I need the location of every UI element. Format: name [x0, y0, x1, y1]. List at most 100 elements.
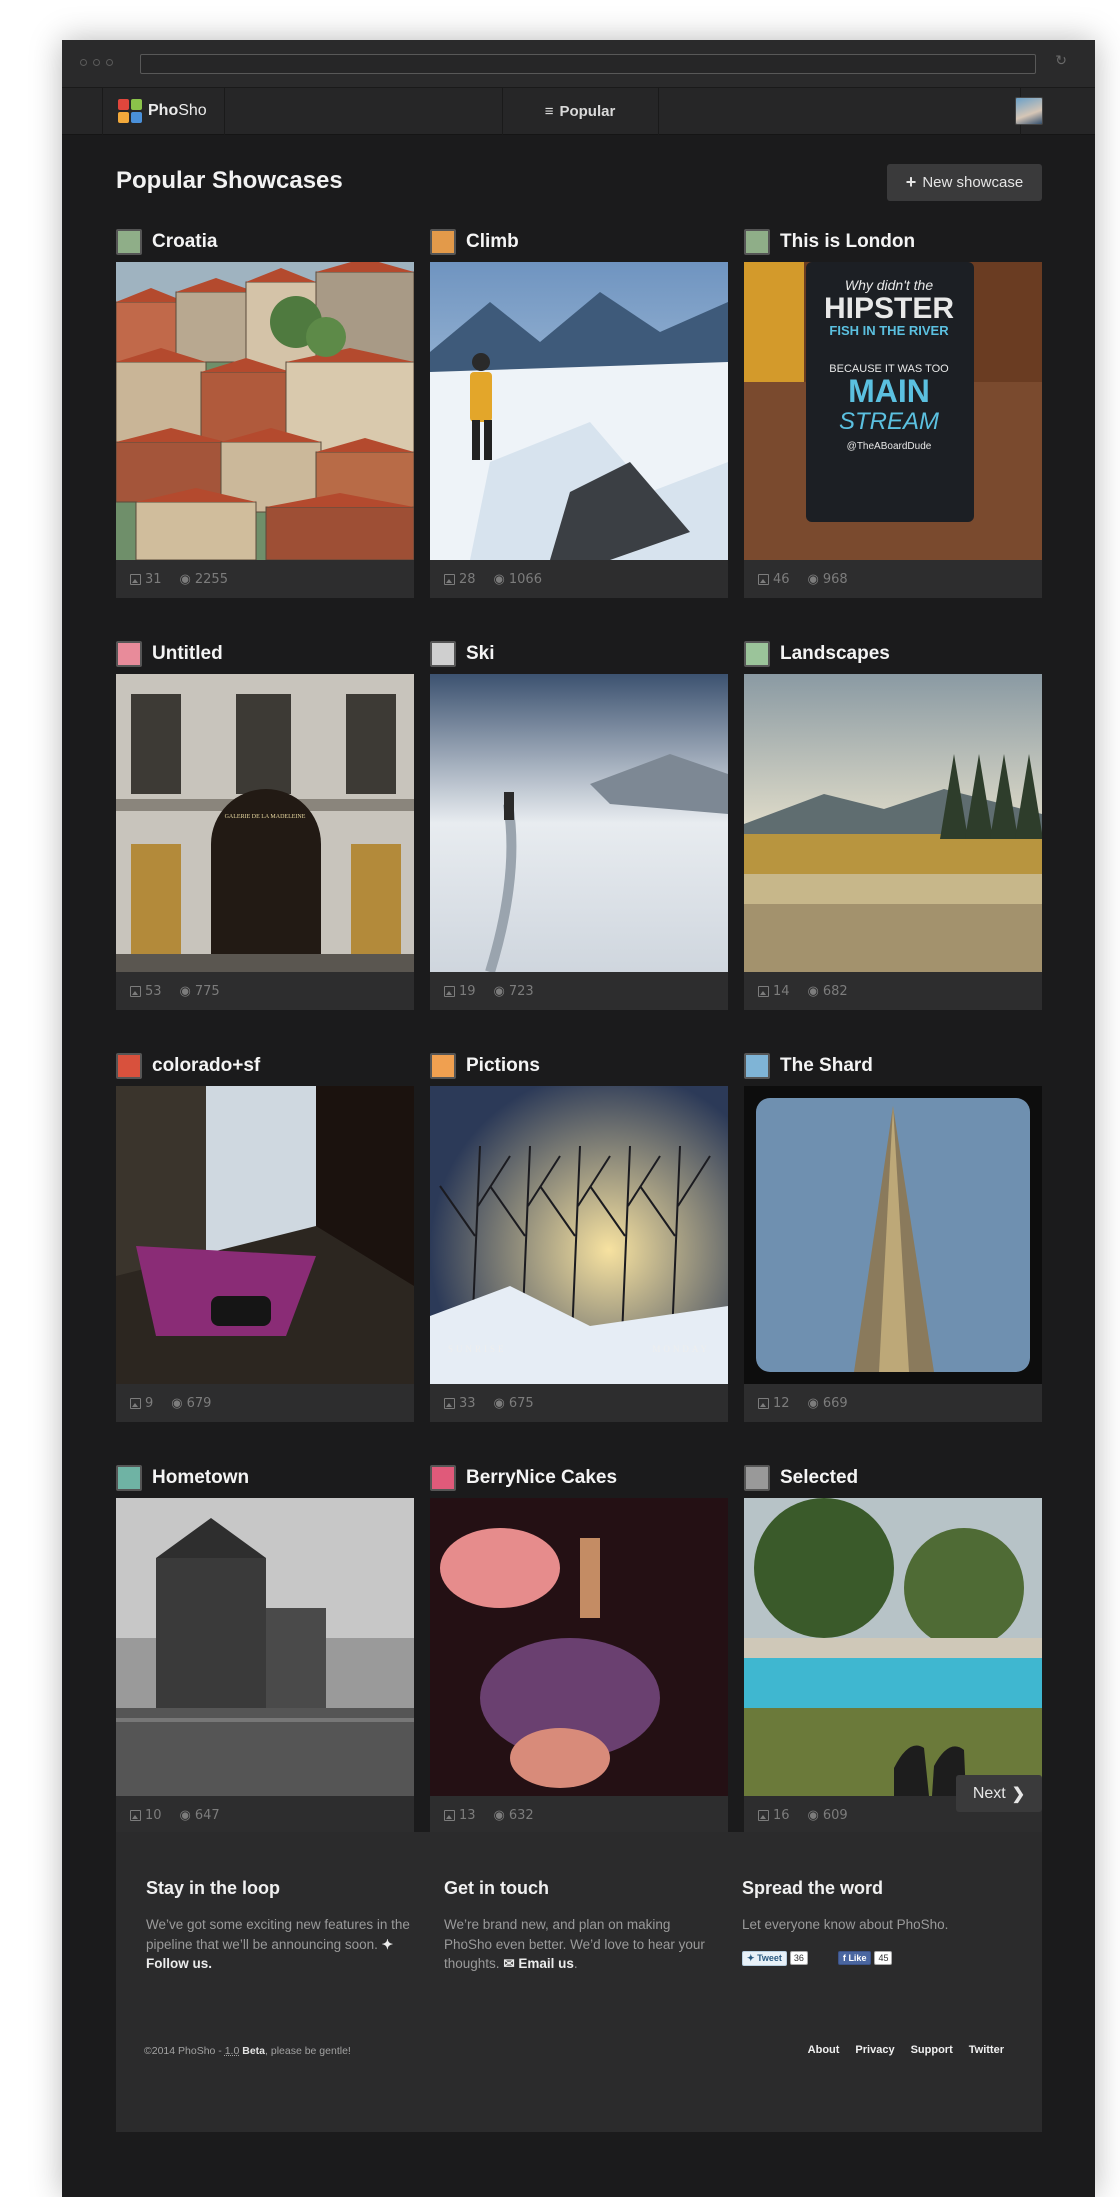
plus-icon: + [905, 172, 917, 192]
footer-link-privacy[interactable]: Privacy [855, 2044, 894, 2056]
eye-icon: ◉ [807, 571, 819, 587]
photo-count: 28 [444, 572, 476, 587]
showcase-cover-image[interactable] [430, 1498, 728, 1796]
owner-avatar[interactable] [116, 1053, 142, 1079]
showcase-card[interactable]: Ski 19 ◉ 723 [430, 641, 728, 1010]
reload-icon[interactable]: ↻ [1055, 53, 1067, 69]
showcase-title[interactable]: Selected [780, 1467, 858, 1489]
showcase-title[interactable]: BerryNice Cakes [466, 1467, 617, 1489]
showcase-card[interactable]: The Shard 12 ◉ 669 [744, 1053, 1042, 1422]
owner-avatar[interactable] [116, 641, 142, 667]
showcase-card[interactable]: colorado+sf 9 ◉ 679 [116, 1053, 414, 1422]
brand-logo-link[interactable]: PhoSho [118, 99, 207, 123]
owner-avatar[interactable] [744, 229, 770, 255]
photo-count: 19 [444, 984, 476, 999]
owner-avatar[interactable] [430, 1053, 456, 1079]
owner-avatar[interactable] [430, 229, 456, 255]
showcase-card[interactable]: Landscapes 14 ◉ 682 [744, 641, 1042, 1010]
footer-text: We’ve got some exciting new features in … [146, 1917, 410, 1971]
owner-avatar[interactable] [430, 641, 456, 667]
view-count: ◉ 723 [493, 983, 534, 999]
maximize-dot[interactable] [106, 59, 113, 66]
owner-avatar[interactable] [744, 1053, 770, 1079]
showcase-cover-image[interactable]: SUNRISE MONDAY [430, 1086, 728, 1384]
showcase-stats: 19 ◉ 723 [430, 972, 728, 1010]
showcase-cover-image[interactable] [430, 674, 728, 972]
showcase-title[interactable]: Climb [466, 231, 519, 253]
showcase-card[interactable]: Hometown 10 ◉ 647 [116, 1465, 414, 1834]
view-count: ◉ 609 [807, 1807, 848, 1823]
showcase-card[interactable]: Climb 28 ◉ 1066 [430, 229, 728, 598]
footer-link-about[interactable]: About [808, 2044, 840, 2056]
user-avatar[interactable] [1015, 97, 1043, 125]
showcase-card[interactable]: Selected 16 ◉ 609 [744, 1465, 1042, 1834]
nav-popular-label: Popular [559, 103, 616, 120]
twitter-bird-icon: ✦ [381, 1936, 393, 1952]
facebook-like-button[interactable]: f Like 45 [837, 1951, 893, 1966]
twitter-bird-icon: ✦ [747, 1952, 755, 1963]
showcase-cover-image[interactable] [116, 262, 414, 560]
showcase-card[interactable]: This is London Why didn't the HIPSTER FI… [744, 229, 1042, 598]
image-icon [758, 985, 769, 997]
owner-avatar[interactable] [744, 1465, 770, 1491]
photo-count: 31 [130, 572, 162, 587]
showcase-cover-image[interactable] [116, 1498, 414, 1796]
brand-name: PhoSho [148, 102, 207, 119]
showcase-title[interactable]: This is London [780, 231, 915, 253]
view-count: ◉ 669 [807, 1395, 848, 1411]
view-count: ◉ 647 [179, 1807, 220, 1823]
showcase-cover-image[interactable]: GALERIE DE LA MADELEINE [116, 674, 414, 972]
photo-caption-left: SUNRISE [448, 1344, 507, 1354]
image-icon [444, 1397, 455, 1409]
showcase-stats: 33 ◉ 675 [430, 1384, 728, 1422]
showcase-header: Hometown [116, 1465, 414, 1491]
tweet-button[interactable]: ✦ Tweet 36 [742, 1950, 808, 1966]
image-icon [130, 985, 141, 997]
tweet-label: ✦ Tweet [742, 1950, 787, 1966]
owner-avatar[interactable] [744, 641, 770, 667]
photo-count: 9 [130, 1396, 153, 1411]
owner-avatar[interactable] [430, 1465, 456, 1491]
nav-popular-link[interactable]: ≡ Popular [502, 88, 658, 135]
email-us-link[interactable]: ✉ Email us [503, 1956, 574, 1971]
owner-avatar[interactable] [116, 1465, 142, 1491]
showcase-title[interactable]: The Shard [780, 1055, 873, 1077]
menu-icon: ≡ [544, 103, 554, 120]
showcase-title[interactable]: Croatia [152, 231, 217, 253]
showcase-card[interactable]: Pictions SUNRISE MONDAY 33 ◉ 675 [430, 1053, 728, 1422]
showcase-cover-image[interactable] [116, 1086, 414, 1384]
showcase-cover-image[interactable] [744, 1086, 1042, 1384]
address-bar[interactable] [140, 54, 1036, 74]
footer-link-twitter[interactable]: Twitter [969, 2044, 1004, 2056]
showcase-title[interactable]: Ski [466, 643, 495, 665]
showcase-card[interactable]: BerryNice Cakes 13 ◉ 632 [430, 1465, 728, 1834]
minimize-dot[interactable] [93, 59, 100, 66]
showcase-cover-image[interactable] [744, 1498, 1042, 1796]
view-count: ◉ 775 [179, 983, 220, 999]
showcase-title[interactable]: Untitled [152, 643, 223, 665]
showcase-title[interactable]: Hometown [152, 1467, 249, 1489]
showcase-title[interactable]: Pictions [466, 1055, 540, 1077]
window-controls [80, 59, 113, 66]
image-icon [758, 573, 769, 585]
showcase-cover-image[interactable]: Why didn't the HIPSTER FISH IN THE RIVER… [744, 262, 1042, 560]
owner-avatar[interactable] [116, 229, 142, 255]
next-page-button[interactable]: Next ❯ [956, 1775, 1042, 1812]
showcase-card[interactable]: Untitled GALERIE DE LA MADELEINE 53 ◉ 775 [116, 641, 414, 1010]
view-count: ◉ 632 [493, 1807, 534, 1823]
showcase-title[interactable]: colorado+sf [152, 1055, 260, 1077]
shop-sign-text: GALERIE DE LA MADELEINE [224, 814, 306, 820]
showcase-stats: 31 ◉ 2255 [116, 560, 414, 598]
eye-icon: ◉ [179, 1807, 191, 1823]
new-showcase-button[interactable]: + New showcase [887, 164, 1042, 201]
showcase-cover-image[interactable] [744, 674, 1042, 972]
close-dot[interactable] [80, 59, 87, 66]
showcase-header: Croatia [116, 229, 414, 255]
page-title: Popular Showcases [116, 167, 343, 194]
showcase-cover-image[interactable] [430, 262, 728, 560]
showcase-title[interactable]: Landscapes [780, 643, 890, 665]
showcase-stats: 14 ◉ 682 [744, 972, 1042, 1010]
like-count: 45 [874, 1951, 893, 1965]
footer-link-support[interactable]: Support [911, 2044, 953, 2056]
showcase-card[interactable]: Croatia 31 ◉ 2255 [116, 229, 414, 598]
